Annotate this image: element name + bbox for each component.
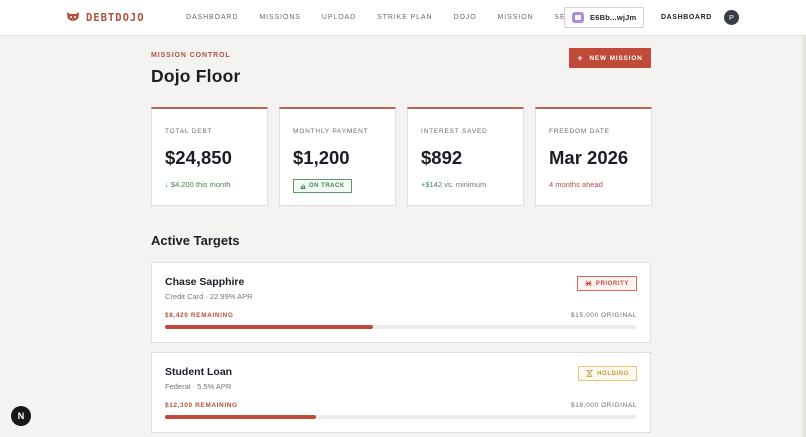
progress-track [165,325,637,329]
stat-change: 4 months ahead [549,180,603,189]
stat-value: $24,850 [165,147,232,168]
stat-value: Mar 2026 [549,147,629,168]
nav-link-dashboard[interactable]: DASHBOARD [186,14,238,21]
stat-change-amount: +$142 [421,180,443,189]
dashboard-link[interactable]: DASHBOARD [661,14,712,21]
holding-badge-label: HOLDING [597,370,629,377]
nav-link-dojo[interactable]: DOJO [454,14,477,21]
chart-icon [300,184,306,189]
page-eyebrow: MISSION CONTROL [151,52,231,59]
stat-card-freedom-date: FREEDOM DATE Mar 2026 4 months ahead [535,107,652,206]
stat-label: TOTAL DEBT [165,128,213,135]
stat-card-monthly-payment: MONTHLY PAYMENT $1,200 ON TRACK [279,107,396,206]
stat-value: $1,200 [293,147,350,168]
plus-icon: + [577,52,584,63]
avatar[interactable]: P [724,10,739,25]
stat-change-note: vs. minimum [442,180,487,189]
original-amount: $18,000 ORIGINAL [571,402,637,409]
nav-link-missions[interactable]: MISSIONS [259,14,300,21]
target-card-chase-sapphire[interactable]: Chase Sapphire Credit Card · 22.99% APR … [151,262,651,343]
target-name: Chase Sapphire [165,276,245,288]
wallet-icon [572,12,584,23]
stat-change: ↓ $4,200 this month [165,180,231,189]
status-badge: ON TRACK [293,179,352,193]
nav-link-strike-plan[interactable]: STRIKE PLAN [377,14,432,21]
dev-tools-button[interactable]: N [11,406,31,426]
progress-fill [165,415,317,419]
stat-label: INTEREST SAVED [421,128,488,135]
status-badge-label: ON TRACK [309,183,345,189]
hourglass-icon [586,370,593,377]
target-name: Student Loan [165,366,233,378]
nav-links: DASHBOARD MISSIONS UPLOAD STRIKE PLAN DO… [186,14,606,21]
wallet-address: E6Bb...wjJm [590,13,637,22]
new-mission-label: NEW MISSION [589,54,643,62]
nav-link-upload[interactable]: UPLOAD [322,14,356,21]
brand[interactable]: DEBTDOJO [66,11,145,24]
crosshair-icon [585,280,592,287]
stat-label: FREEDOM DATE [549,128,610,135]
new-mission-button[interactable]: + NEW MISSION [569,48,651,68]
scrollbar[interactable] [802,36,806,437]
page-title: Dojo Floor [151,66,241,86]
wallet-button[interactable]: E6Bb...wjJm [564,7,644,28]
remaining-amount: $8,420 REMAINING [165,312,234,319]
remaining-amount: $12,300 REMAINING [165,402,238,409]
target-details: Federal · 5.5% APR [165,382,232,391]
priority-badge-label: PRIORITY [595,280,629,287]
stat-card-interest-saved: INTEREST SAVED $892 +$142 vs. minimum [407,107,524,206]
nav-link-mission[interactable]: MISSION [498,14,534,21]
stat-change: +$142 vs. minimum [421,180,486,189]
priority-badge: PRIORITY [576,276,637,291]
progress-fill [165,325,373,329]
stat-card-total-debt: TOTAL DEBT $24,850 ↓ $4,200 this month [151,107,268,206]
stat-value: $892 [421,147,463,168]
section-title-active-targets: Active Targets [151,233,240,248]
holding-badge: HOLDING [578,366,637,381]
top-nav: DEBTDOJO DASHBOARD MISSIONS UPLOAD STRIK… [0,0,806,36]
progress-track [165,415,637,419]
target-details: Credit Card · 22.99% APR [165,292,253,301]
target-card-student-loan[interactable]: Student Loan Federal · 5.5% APR HOLDING … [151,352,651,433]
stat-label: MONTHLY PAYMENT [293,128,369,135]
tiger-logo-icon [67,12,79,21]
original-amount: $15,000 ORIGINAL [571,312,637,319]
brand-name: DEBTDOJO [86,11,145,24]
